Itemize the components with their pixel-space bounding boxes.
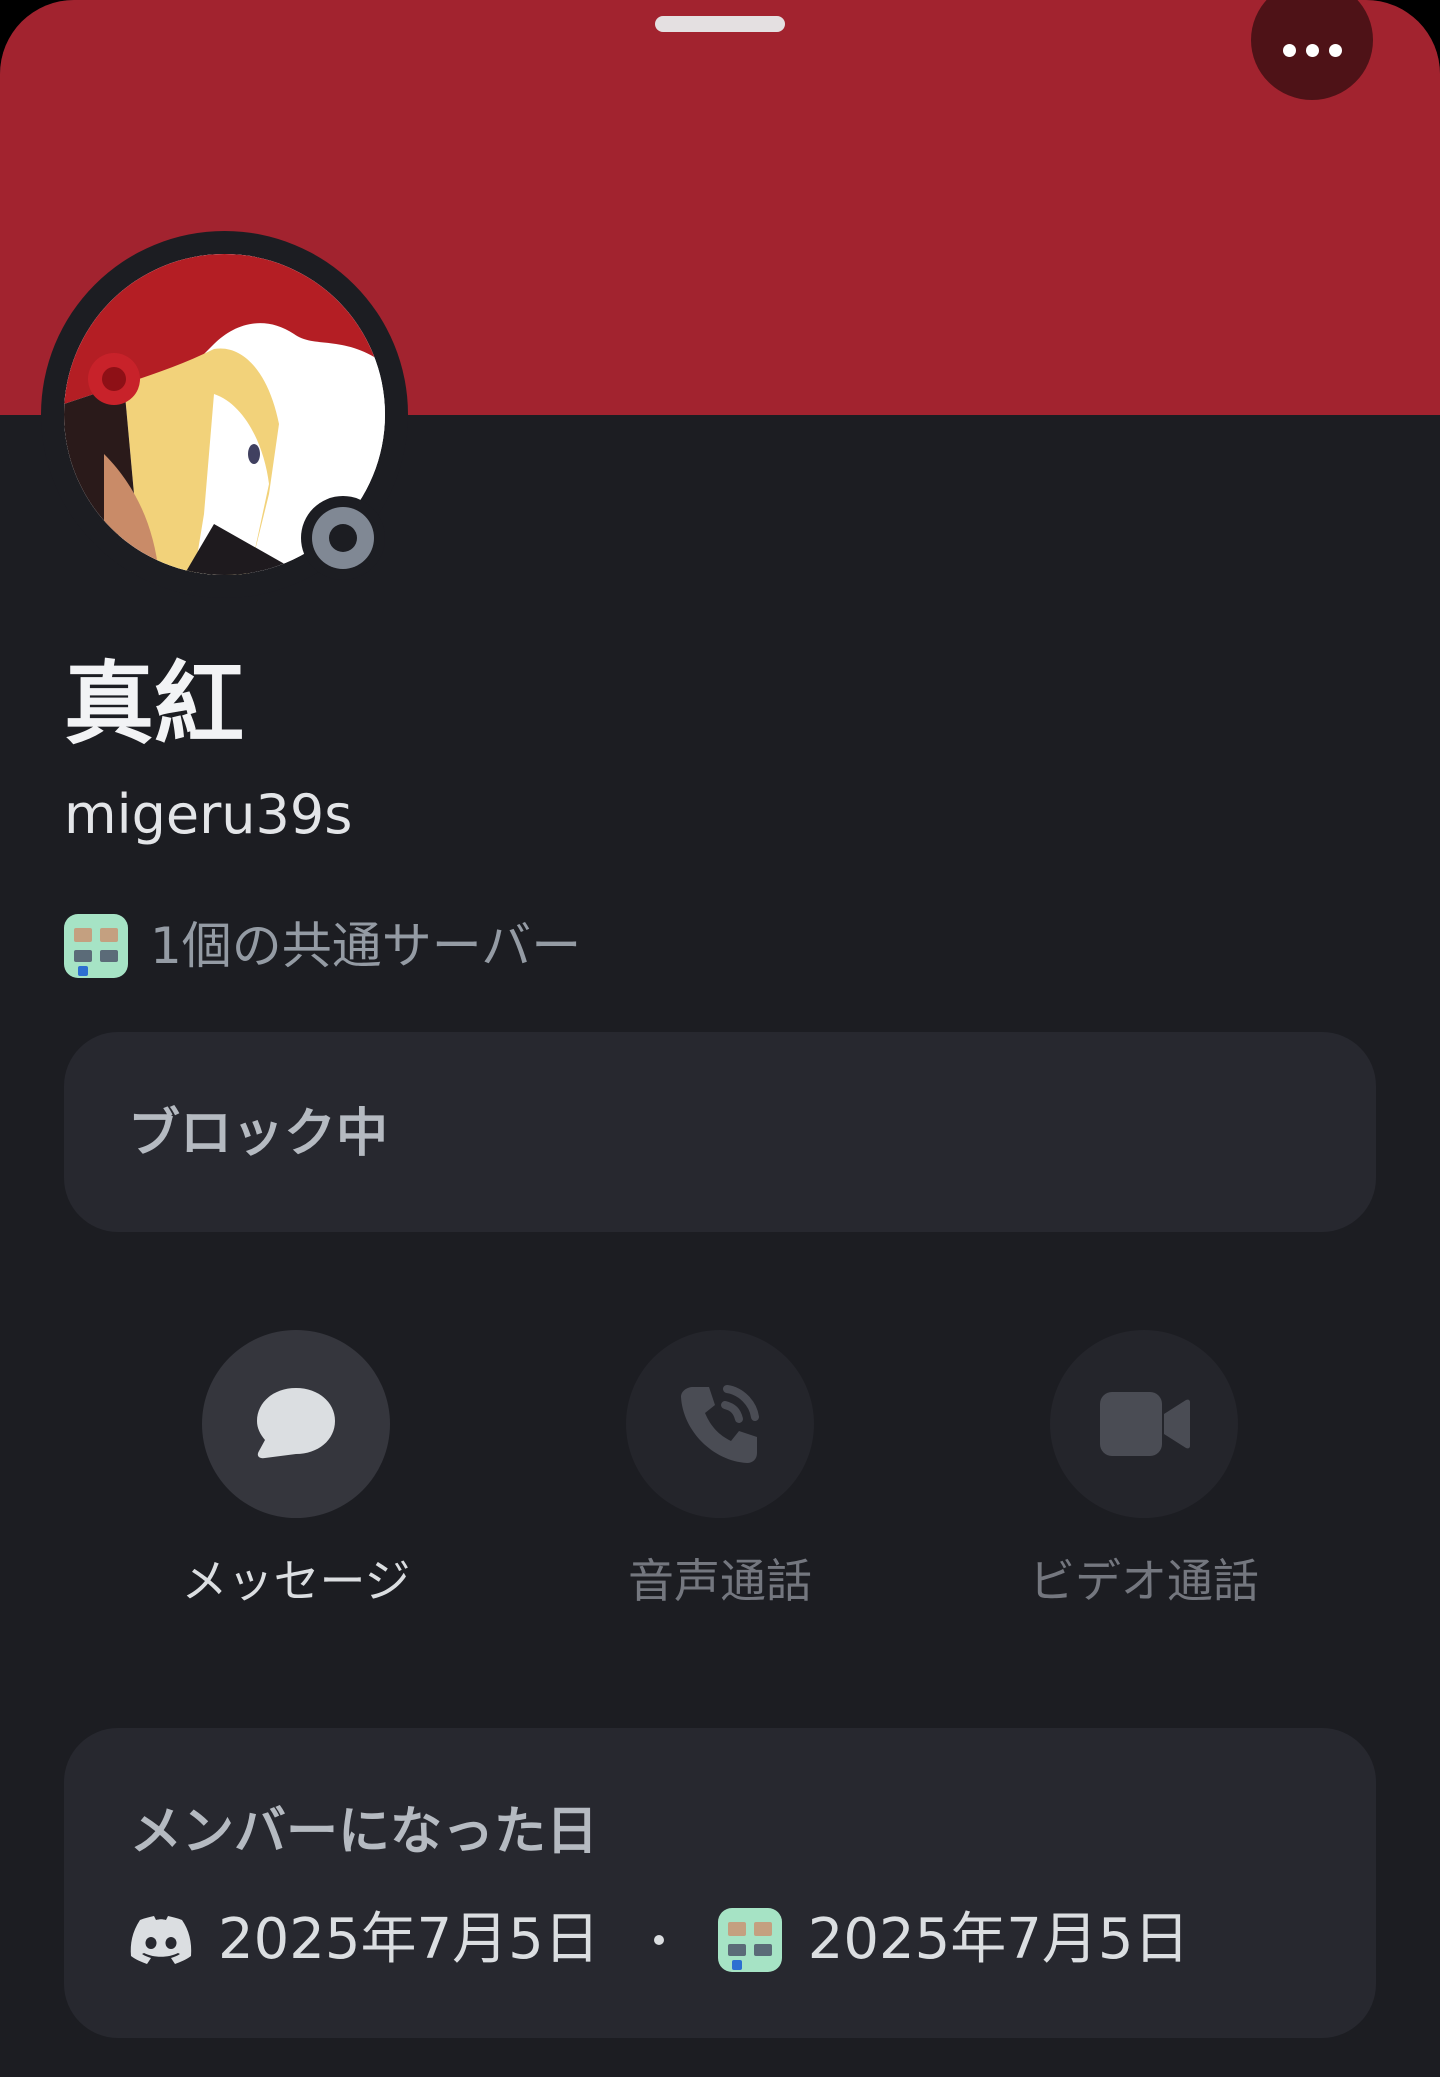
server-icon-part (74, 950, 92, 962)
profile-sheet: 真紅 migeru39s 1個の共通サーバー ブロック中 メッセージ 音声通話 … (0, 0, 1440, 2077)
mutual-servers-label: 1個の共通サーバー (150, 917, 582, 975)
phone-icon (681, 1385, 759, 1463)
video-call-button[interactable]: ビデオ通話 (1024, 1330, 1264, 1604)
blocked-status-card[interactable]: ブロック中 (64, 1032, 1376, 1232)
blocked-label: ブロック中 (128, 1104, 389, 1164)
server-icon-part (727, 1922, 746, 1936)
discord-logo-icon (130, 1916, 192, 1964)
voice-call-button-circle (626, 1330, 814, 1518)
server-join-date: 2025年7月5日 (807, 1907, 1190, 1972)
server-icon-part (753, 1944, 772, 1956)
member-since-row: 2025年7月5日 2025年7月5日 (130, 1908, 1190, 1972)
separator-dot (653, 1935, 664, 1945)
voice-call-button[interactable]: 音声通話 (600, 1330, 840, 1604)
server-icon (717, 1908, 782, 1972)
server-icon-part (100, 928, 118, 942)
video-call-button-circle (1050, 1330, 1238, 1518)
more-dot (1328, 43, 1342, 57)
mutual-servers[interactable]: 1個の共通サーバー (64, 914, 581, 978)
voice-call-button-label: 音声通話 (628, 1554, 812, 1608)
server-icon-part (727, 1944, 746, 1956)
message-button-label: メッセージ (181, 1554, 411, 1608)
video-call-button-label: ビデオ通話 (1029, 1554, 1259, 1608)
display-name: 真紅 (64, 652, 244, 757)
offline-status-icon (312, 507, 374, 569)
server-icon-part (74, 928, 92, 942)
drag-handle[interactable] (655, 16, 785, 32)
more-dot (1305, 43, 1319, 57)
server-icon-part (731, 1960, 742, 1970)
member-since-card: メンバーになった日 2025年7月5日 2025年7月5日 (64, 1728, 1376, 2038)
discord-join-date: 2025年7月5日 (218, 1907, 600, 1972)
server-icon-part (100, 950, 118, 962)
video-camera-icon (1100, 1392, 1190, 1456)
server-icon-part (753, 1922, 772, 1936)
username: migeru39s (64, 783, 353, 846)
message-button-circle (202, 1330, 390, 1518)
status-hole (329, 524, 357, 552)
message-button[interactable]: メッセージ (176, 1330, 416, 1604)
server-icon (64, 914, 128, 978)
server-icon-part (78, 966, 88, 976)
more-dots-icon (1282, 43, 1296, 57)
status-indicator (301, 496, 385, 580)
member-since-title: メンバーになった日 (130, 1802, 599, 1862)
chat-bubble-icon (257, 1388, 335, 1459)
